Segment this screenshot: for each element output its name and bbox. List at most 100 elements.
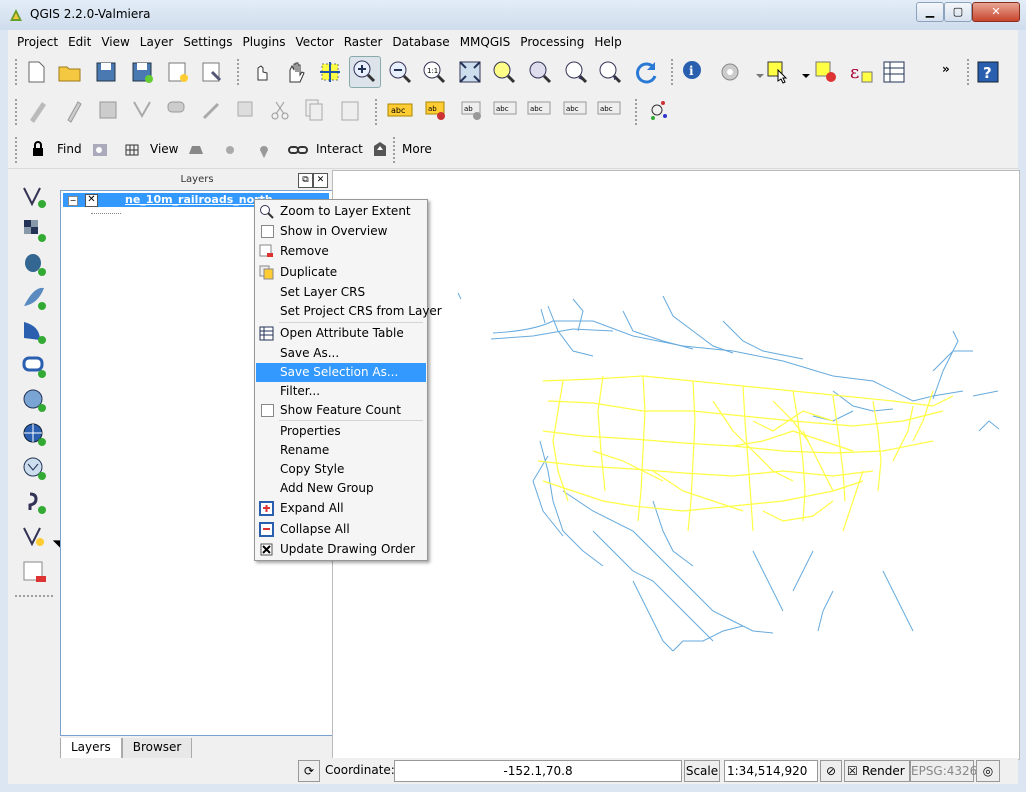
toolbar-grip[interactable] xyxy=(14,98,18,126)
add-raster-layer-icon[interactable] xyxy=(20,216,48,244)
scale-combobox[interactable]: 1:34,514,920 xyxy=(724,760,818,782)
add-vector-layer-icon[interactable] xyxy=(20,182,48,210)
menu-item-duplicate[interactable]: Duplicate xyxy=(256,263,426,282)
upload-icon[interactable] xyxy=(366,136,388,164)
add-wms-layer-icon[interactable] xyxy=(20,386,48,414)
toolbar-overflow-button[interactable]: » xyxy=(942,62,950,76)
tab-browser[interactable]: Browser xyxy=(121,738,193,759)
collapse-toggle[interactable]: − xyxy=(68,196,78,206)
composer-manager-icon[interactable] xyxy=(198,58,226,86)
layer-labeling-icon[interactable]: abc xyxy=(386,96,414,124)
title-bar[interactable]: QGIS 2.2.0-Valmiera ▁ ▢ ✕ xyxy=(0,0,1026,30)
menu-item-zoom-to-layer-extent[interactable]: Zoom to Layer Extent xyxy=(256,202,426,221)
zoom-to-selection-icon[interactable] xyxy=(490,58,518,86)
zoom-actual-size-icon[interactable]: 1:1 xyxy=(420,58,448,86)
menu-item-show-feature-count[interactable]: Show Feature Count xyxy=(256,401,426,420)
lock-icon[interactable] xyxy=(24,136,46,164)
run-feature-action-icon[interactable] xyxy=(716,58,744,86)
menu-layer[interactable]: Layer xyxy=(135,32,178,52)
menu-item-collapse-all[interactable]: Collapse All xyxy=(256,520,426,539)
toolbar-grip[interactable] xyxy=(392,136,396,164)
menu-item-expand-all[interactable]: Expand All xyxy=(256,499,426,518)
highlight-pinned-labels-icon[interactable]: ab xyxy=(458,96,486,124)
zoom-last-icon[interactable] xyxy=(562,58,590,86)
add-wcs-layer-icon[interactable] xyxy=(20,420,48,448)
find-icon[interactable] xyxy=(86,136,108,164)
zoom-to-layer-icon[interactable] xyxy=(526,58,554,86)
toggle-editing-icon[interactable] xyxy=(60,96,88,124)
add-oracle-layer-icon[interactable] xyxy=(20,352,48,380)
help-icon[interactable]: ? xyxy=(974,58,1002,86)
menu-mmqgis[interactable]: MMQGIS xyxy=(455,32,516,52)
move-label-icon[interactable]: abc xyxy=(526,96,554,124)
toolbar-grip[interactable] xyxy=(966,58,970,86)
map-canvas[interactable] xyxy=(332,170,1020,760)
menu-edit[interactable]: Edit xyxy=(63,32,96,52)
menu-item-show-in-overview[interactable]: Show in Overview xyxy=(256,222,426,241)
rotate-label-icon[interactable]: abc xyxy=(562,96,590,124)
coordinate-field[interactable]: -152.1,70.8 xyxy=(394,760,682,782)
menu-item-save-as[interactable]: Save As... xyxy=(256,344,426,363)
new-print-composer-icon[interactable] xyxy=(164,58,192,86)
menu-settings[interactable]: Settings xyxy=(178,32,237,52)
add-postgis-layer-icon[interactable] xyxy=(20,250,48,278)
add-spatialite-layer-icon[interactable] xyxy=(20,284,48,312)
menu-vector[interactable]: Vector xyxy=(290,32,338,52)
pan-map-icon[interactable] xyxy=(282,58,310,86)
layer-visibility-checkbox[interactable]: ✕ xyxy=(85,194,98,207)
toolbar-grip[interactable] xyxy=(14,58,18,86)
touch-zoom-pan-icon[interactable] xyxy=(248,58,276,86)
toolbar-grip[interactable] xyxy=(670,58,674,86)
render-checkbox[interactable]: ☒ Render xyxy=(844,760,910,782)
menu-project[interactable]: Project xyxy=(12,32,63,52)
more-label[interactable]: More xyxy=(402,142,432,156)
maximize-button[interactable]: ▢ xyxy=(944,2,972,22)
chevron-down-icon[interactable] xyxy=(746,62,764,90)
remove-layer-icon[interactable] xyxy=(20,558,48,586)
open-project-icon[interactable] xyxy=(56,58,84,86)
select-features-icon[interactable] xyxy=(764,58,792,86)
save-as-icon[interactable] xyxy=(128,58,156,86)
select-by-expression-icon[interactable]: ε xyxy=(846,58,874,86)
new-project-icon[interactable] xyxy=(22,58,50,86)
refresh-icon[interactable] xyxy=(632,58,660,86)
change-label-icon[interactable]: abc xyxy=(596,96,624,124)
cut-features-icon[interactable] xyxy=(266,96,294,124)
attribute-table-icon[interactable] xyxy=(880,58,908,86)
menu-item-set-project-crs[interactable]: Set Project CRS from Layer xyxy=(256,302,442,321)
stop-render-icon[interactable]: ⊘ xyxy=(820,760,842,782)
add-delimited-text-layer-icon[interactable] xyxy=(20,488,48,516)
menu-database[interactable]: Database xyxy=(387,32,454,52)
show-hide-labels-icon[interactable]: abc xyxy=(492,96,520,124)
marker-icon[interactable] xyxy=(216,136,238,164)
save-edits-icon[interactable] xyxy=(94,96,122,124)
close-panel-button[interactable]: ✕ xyxy=(313,173,328,188)
toolbar-grip[interactable] xyxy=(236,58,240,86)
menu-item-remove[interactable]: Remove xyxy=(256,242,426,261)
minimize-button[interactable]: ▁ xyxy=(916,2,944,22)
paste-features-icon[interactable] xyxy=(336,96,364,124)
menu-plugins[interactable]: Plugins xyxy=(237,32,290,52)
chevron-down-icon[interactable] xyxy=(50,532,76,552)
gps-icon[interactable] xyxy=(646,96,674,124)
float-panel-button[interactable]: ⧉ xyxy=(298,173,313,188)
zoom-in-icon[interactable] xyxy=(349,56,381,88)
menu-item-set-layer-crs[interactable]: Set Layer CRS xyxy=(256,283,426,302)
toggle-extents-icon[interactable]: ⟳ xyxy=(298,760,320,782)
grid-icon[interactable] xyxy=(118,136,140,164)
pan-to-selection-icon[interactable] xyxy=(316,58,344,86)
delete-selected-icon[interactable] xyxy=(232,96,260,124)
add-mssql-layer-icon[interactable] xyxy=(20,318,48,346)
menu-processing[interactable]: Processing xyxy=(515,32,589,52)
toolbar-grip[interactable] xyxy=(14,594,54,598)
add-feature-icon[interactable] xyxy=(128,96,156,124)
zoom-next-icon[interactable] xyxy=(596,58,624,86)
link-icon[interactable] xyxy=(284,136,308,164)
toolbar-grip[interactable] xyxy=(374,98,378,126)
zoom-full-icon[interactable] xyxy=(456,58,484,86)
menu-item-open-attribute-table[interactable]: Open Attribute Table xyxy=(256,324,426,343)
zoom-out-icon[interactable] xyxy=(386,58,414,86)
pin-icon[interactable] xyxy=(250,136,272,164)
save-project-icon[interactable] xyxy=(92,58,120,86)
menu-raster[interactable]: Raster xyxy=(339,32,388,52)
